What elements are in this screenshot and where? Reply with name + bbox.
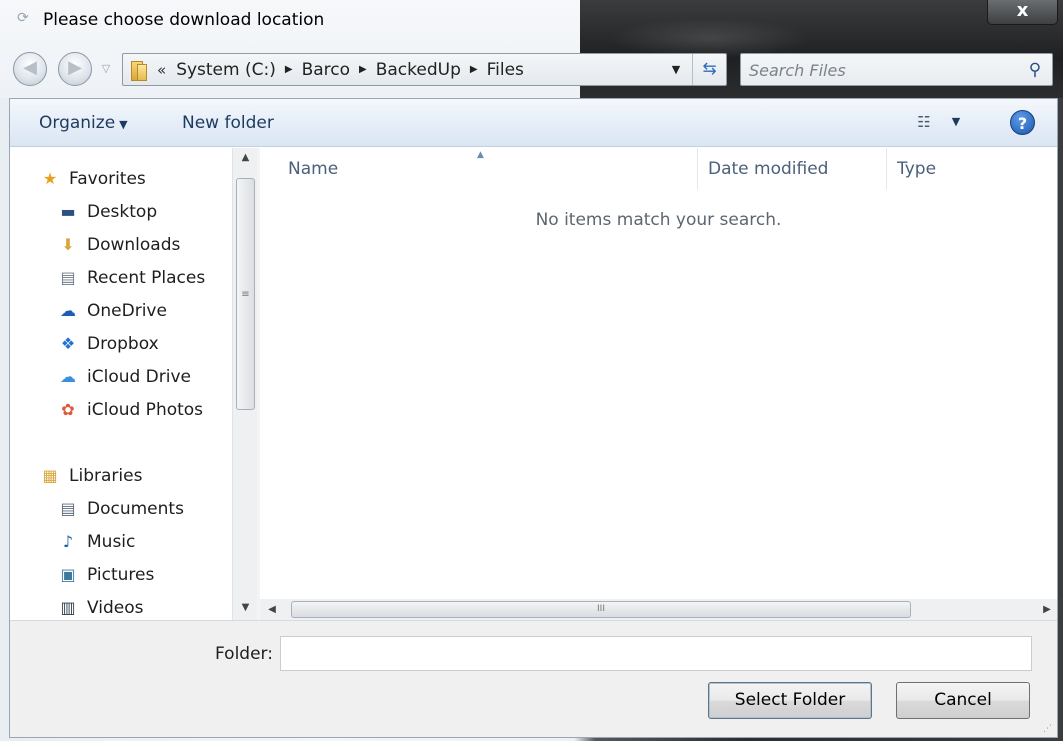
star-icon: ★ [42, 169, 58, 188]
breadcrumb-barco[interactable]: Barco [302, 60, 350, 80]
dialog-body: Organize ▼ New folder ☷ ▼ ? ★ Favorites ▬… [9, 98, 1058, 738]
file-list: Name ▲ Date modified Type No items match… [260, 148, 1057, 599]
navigation-pane: ★ Favorites ▬ Desktop ⬇ Downloads ▤ Rece… [10, 148, 233, 620]
recent-places-icon: ▤ [60, 268, 76, 287]
sidebar-item-label: Dropbox [87, 334, 159, 354]
app-icon: ⟳ [17, 10, 29, 26]
column-header-type[interactable]: Type [887, 148, 1057, 190]
sidebar-item-label: OneDrive [87, 301, 167, 321]
scroll-down-icon[interactable]: ▼ [233, 598, 258, 618]
sidebar-item-dropbox[interactable]: ❖ Dropbox [57, 329, 159, 359]
column-label: Name [288, 159, 339, 179]
dialog-footer: Folder: Select Folder Cancel ⋰ [10, 620, 1057, 737]
dropbox-icon: ❖ [60, 334, 76, 353]
new-folder-button[interactable]: New folder [182, 110, 274, 136]
arrow-left-icon: ◀ [23, 57, 37, 78]
sidebar-item-videos[interactable]: ▥ Videos [57, 593, 144, 620]
sidebar-item-downloads[interactable]: ⬇ Downloads [57, 230, 180, 260]
column-header-date-modified[interactable]: Date modified [698, 148, 887, 190]
cancel-button[interactable]: Cancel [896, 682, 1030, 719]
view-options-icon[interactable]: ☷ [911, 112, 937, 132]
breadcrumb-separator-icon[interactable]: ▶ [285, 64, 293, 75]
column-label: Date modified [708, 159, 829, 179]
sort-ascending-icon: ▲ [477, 150, 484, 160]
sidebar-item-favorites[interactable]: ★ Favorites [39, 164, 146, 194]
address-bar[interactable]: « System (C:) ▶ Barco ▶ BackedUp ▶ Files… [122, 53, 727, 86]
organize-button[interactable]: Organize ▼ [39, 110, 128, 136]
breadcrumb-separator-icon[interactable]: ▶ [470, 64, 478, 75]
search-input[interactable] [749, 58, 1009, 82]
breadcrumb-backedup[interactable]: BackedUp [376, 60, 461, 80]
folder-label: Folder: [215, 644, 273, 664]
chevron-down-icon: ▼ [119, 118, 128, 131]
breadcrumb-files[interactable]: Files [487, 60, 524, 80]
icloud-drive-icon: ☁ [60, 367, 76, 386]
sidebar-item-music[interactable]: ♪ Music [57, 527, 135, 557]
search-box[interactable]: ⚲ [740, 53, 1053, 86]
icloud-photos-icon: ✿ [61, 400, 75, 419]
sidebar-item-documents[interactable]: ▤ Documents [57, 494, 184, 524]
back-button[interactable]: ◀ [13, 52, 47, 86]
column-header-name[interactable]: Name ▲ [260, 148, 698, 190]
sidebar-item-label: Music [87, 532, 136, 552]
sidebar-item-label: Recent Places [87, 268, 206, 288]
sidebar-item-label: iCloud Photos [87, 400, 204, 420]
onedrive-icon: ☁ [60, 301, 76, 320]
window-title: Please choose download location [43, 10, 325, 30]
sidebar-item-desktop[interactable]: ▬ Desktop [57, 197, 157, 227]
sidebar-item-libraries[interactable]: ▦ Libraries [39, 461, 142, 491]
downloads-icon: ⬇ [61, 235, 75, 254]
sidebar-item-icloud-photos[interactable]: ✿ iCloud Photos [57, 395, 203, 425]
recent-locations-chevron-down-icon[interactable]: ▽ [99, 62, 113, 76]
breadcrumb-overflow[interactable]: « [157, 61, 166, 79]
command-bar: Organize ▼ New folder ☷ ▼ ? [10, 99, 1057, 147]
sidebar-item-pictures[interactable]: ▣ Pictures [57, 560, 154, 590]
search-icon[interactable]: ⚲ [1024, 59, 1046, 81]
sidebar-item-label: Desktop [87, 202, 158, 222]
help-icon[interactable]: ? [1010, 110, 1035, 135]
scroll-up-icon[interactable]: ▲ [233, 148, 258, 168]
sidebar-item-label: Documents [87, 499, 184, 519]
resize-grip-icon[interactable]: ⋰ [1043, 724, 1052, 734]
folder-input[interactable] [280, 636, 1032, 671]
libraries-icon: ▦ [42, 466, 58, 485]
sidebar-item-label: iCloud Drive [87, 367, 192, 387]
column-label: Type [897, 159, 937, 179]
sidebar-item-label: Favorites [69, 169, 146, 189]
scroll-left-icon[interactable]: ◀ [262, 599, 282, 620]
close-button[interactable]: x [987, 0, 1058, 25]
refresh-icon[interactable]: ⇆ [692, 54, 726, 85]
folder-icon [129, 59, 147, 81]
sidebar-item-icloud-drive[interactable]: ☁ iCloud Drive [57, 362, 191, 392]
view-dropdown-chevron-down-icon[interactable]: ▼ [947, 112, 965, 132]
organize-label: Organize [39, 113, 116, 133]
breadcrumb-system-c[interactable]: System (C:) [176, 60, 276, 80]
address-dropdown-chevron-down-icon[interactable]: ▼ [664, 54, 688, 85]
sidebar-item-label: Libraries [69, 466, 143, 486]
breadcrumb-separator-icon[interactable]: ▶ [359, 64, 367, 75]
file-list-horizontal-scrollbar[interactable]: ◀ III ▶ [260, 599, 1057, 620]
forward-button[interactable]: ▶ [58, 52, 92, 86]
scroll-right-icon[interactable]: ▶ [1037, 599, 1057, 620]
sidebar-item-onedrive[interactable]: ☁ OneDrive [57, 296, 167, 326]
sidebar-item-recent-places[interactable]: ▤ Recent Places [57, 263, 205, 293]
scrollbar-thumb[interactable]: III [291, 601, 911, 618]
pictures-icon: ▣ [60, 565, 76, 584]
empty-message: No items match your search. [535, 210, 782, 230]
arrow-right-icon: ▶ [68, 57, 82, 78]
select-folder-button[interactable]: Select Folder [708, 682, 872, 719]
documents-icon: ▤ [60, 499, 76, 518]
sidebar-item-label: Pictures [87, 565, 155, 585]
sidebar-item-label: Videos [87, 598, 144, 618]
scrollbar-thumb[interactable]: ≡ [236, 178, 255, 410]
desktop-icon: ▬ [60, 202, 76, 221]
music-icon: ♪ [62, 532, 74, 551]
videos-icon: ▥ [60, 598, 76, 617]
navigation-scrollbar[interactable]: ▲ ≡ ▼ [232, 148, 257, 620]
sidebar-item-label: Downloads [87, 235, 181, 255]
